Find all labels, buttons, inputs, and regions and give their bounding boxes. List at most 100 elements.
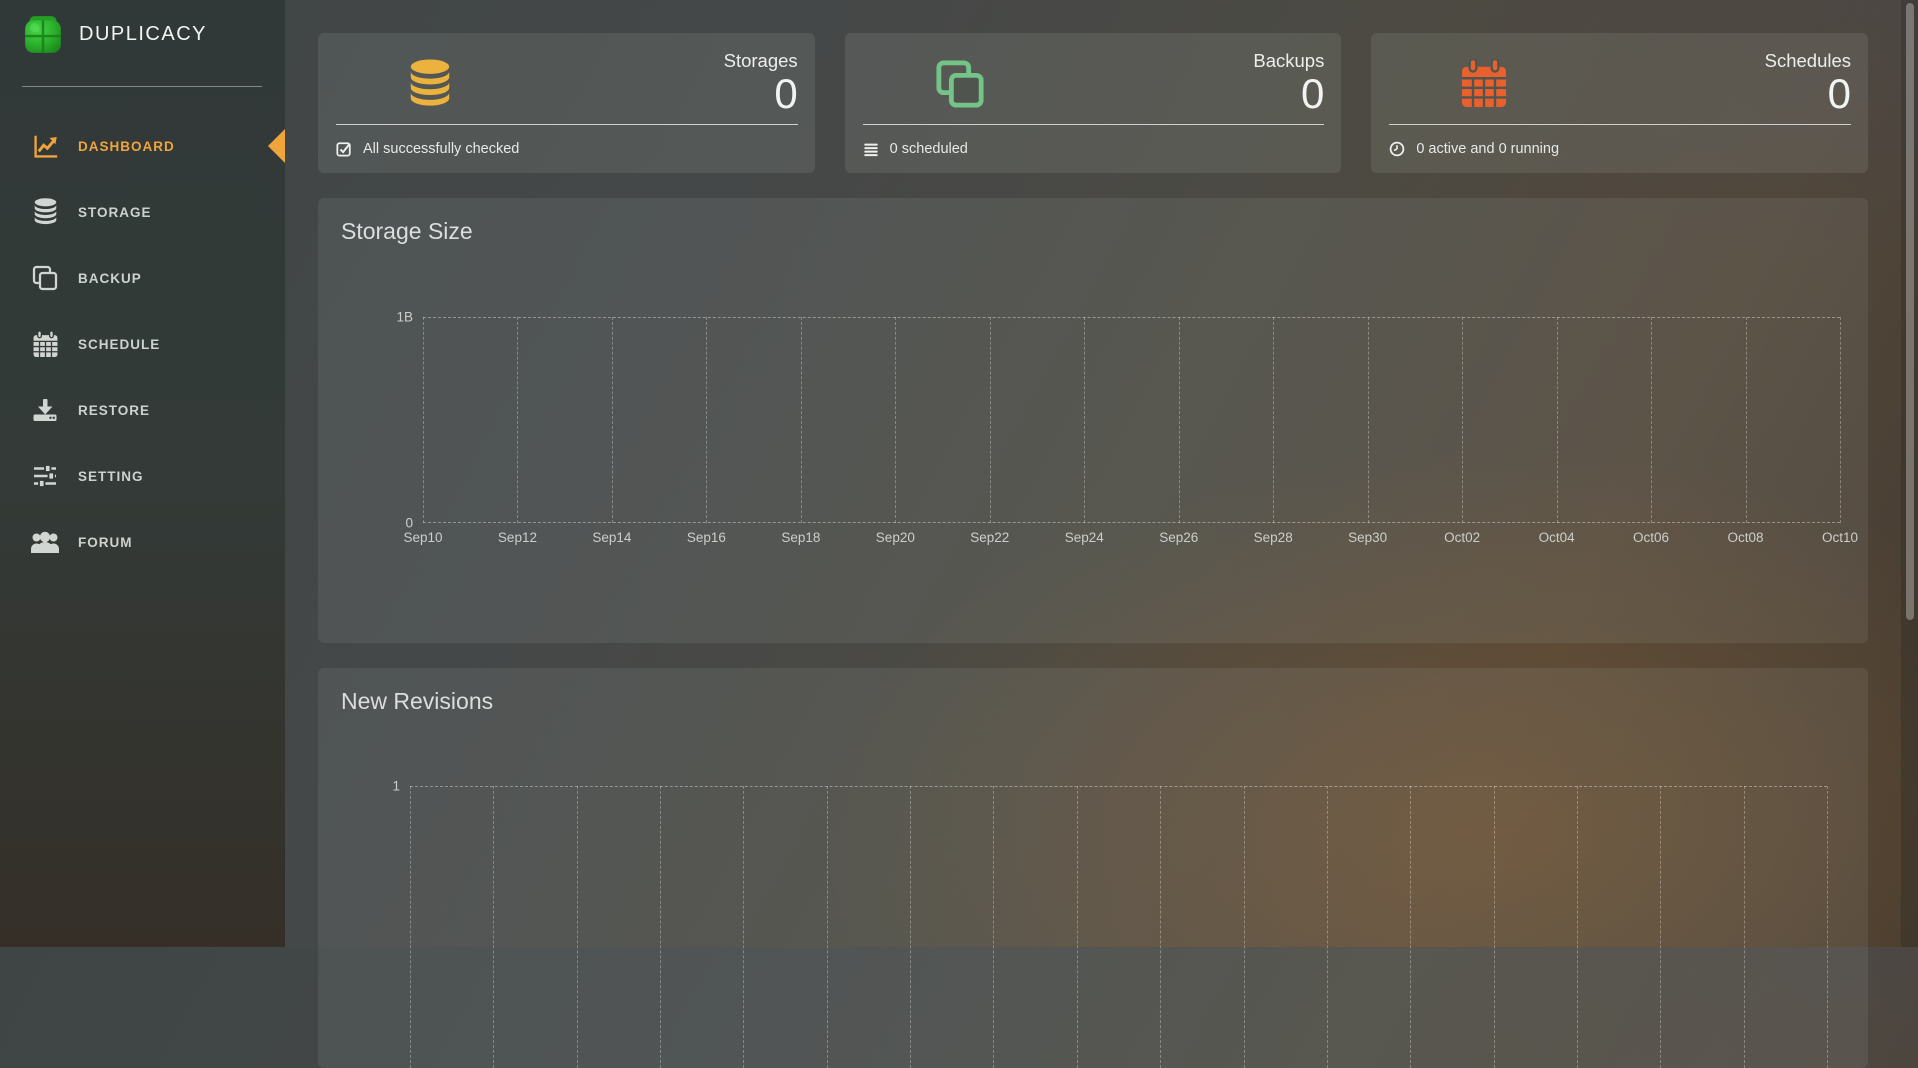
chart-gridline-top bbox=[423, 317, 1840, 318]
x-axis-label: Sep22 bbox=[970, 530, 1009, 545]
sidebar-nav: DASHBOARD STORAGE BACKUP bbox=[0, 113, 285, 575]
chart-gridline bbox=[660, 786, 661, 1068]
x-axis-label: Sep28 bbox=[1254, 530, 1293, 545]
chart-gridline bbox=[990, 317, 991, 523]
x-axis-label: Oct04 bbox=[1539, 530, 1575, 545]
x-axis-label: Sep24 bbox=[1065, 530, 1104, 545]
scrollbar-thumb[interactable] bbox=[1906, 3, 1914, 620]
active-item-arrow bbox=[268, 129, 285, 163]
card-value: 0 bbox=[774, 71, 797, 117]
chart-gridline bbox=[1744, 786, 1745, 1068]
app-logo-row[interactable]: DUPLICACY bbox=[22, 13, 207, 55]
chart-gridline bbox=[1410, 786, 1411, 1068]
chart-gridline bbox=[1827, 786, 1828, 1068]
check-square-icon bbox=[336, 141, 352, 157]
card-footer: 0 scheduled bbox=[863, 125, 968, 173]
chart-gridline bbox=[1327, 786, 1328, 1068]
card-title: Storages bbox=[724, 50, 798, 72]
dashboard-chart-icon bbox=[30, 133, 60, 160]
scrollbar-track[interactable] bbox=[1901, 0, 1918, 947]
chart-gridline bbox=[706, 317, 707, 523]
chart-gridline bbox=[1840, 317, 1841, 523]
sidebar-item-forum[interactable]: FORUM bbox=[0, 509, 285, 575]
chart-gridline bbox=[1651, 317, 1652, 523]
sidebar-item-backup[interactable]: BACKUP bbox=[0, 245, 285, 311]
chart-gridline-top bbox=[410, 786, 1827, 787]
y-axis-label: 1B bbox=[396, 310, 413, 325]
database-icon bbox=[30, 198, 60, 226]
sidebar-item-label: SCHEDULE bbox=[78, 337, 160, 352]
x-axis-label: Sep12 bbox=[498, 530, 537, 545]
sidebar-item-restore[interactable]: RESTORE bbox=[0, 377, 285, 443]
sidebar-divider bbox=[22, 86, 262, 87]
new-revisions-chart: 1 bbox=[410, 786, 1827, 1068]
chart-gridline bbox=[993, 786, 994, 1068]
chart-gridline bbox=[1557, 317, 1558, 523]
users-icon bbox=[30, 530, 60, 554]
storage-size-panel: Storage Size 1B 0 Sep10Sep12Sep14Sep16Se… bbox=[318, 198, 1868, 643]
x-axis-label: Sep30 bbox=[1348, 530, 1387, 545]
clock-icon bbox=[1389, 141, 1405, 157]
card-footer-text: All successfully checked bbox=[363, 141, 519, 157]
sidebar-item-storage[interactable]: STORAGE bbox=[0, 179, 285, 245]
sliders-icon bbox=[30, 463, 60, 489]
storages-card[interactable]: Storages 0 All successfully checked bbox=[318, 33, 815, 173]
chart-gridline-bottom bbox=[423, 522, 1840, 523]
sidebar-item-schedule[interactable]: SCHEDULE bbox=[0, 311, 285, 377]
x-axis-label: Oct02 bbox=[1444, 530, 1480, 545]
chart-gridline bbox=[743, 786, 744, 1068]
card-footer: 0 active and 0 running bbox=[1389, 125, 1559, 173]
sidebar: DUPLICACY DASHBOARD bbox=[0, 0, 285, 947]
x-axis-label: Oct06 bbox=[1633, 530, 1669, 545]
storage-size-chart: 1B 0 Sep10Sep12Sep14Sep16Sep18Sep20Sep22… bbox=[423, 317, 1840, 523]
download-tray-icon bbox=[30, 397, 60, 423]
chart-gridline bbox=[1179, 317, 1180, 523]
chart-gridline bbox=[1494, 786, 1495, 1068]
card-title: Schedules bbox=[1765, 50, 1851, 72]
chart-gridline bbox=[1660, 786, 1661, 1068]
chart-gridline bbox=[493, 786, 494, 1068]
chart-gridline bbox=[1244, 786, 1245, 1068]
card-value: 0 bbox=[1301, 71, 1324, 117]
chart-gridline bbox=[801, 317, 802, 523]
chart-gridline bbox=[1077, 786, 1078, 1068]
x-axis-label: Sep14 bbox=[592, 530, 631, 545]
copy-icon bbox=[935, 59, 985, 114]
x-axis-label: Sep26 bbox=[1159, 530, 1198, 545]
chart-gridline bbox=[1368, 317, 1369, 523]
sidebar-item-label: RESTORE bbox=[78, 403, 150, 418]
chart-gridline bbox=[910, 786, 911, 1068]
x-axis-label: Sep16 bbox=[687, 530, 726, 545]
duplicacy-logo-icon bbox=[22, 13, 64, 55]
x-axis-label: Sep20 bbox=[876, 530, 915, 545]
chart-gridline bbox=[410, 786, 411, 1068]
copy-icon bbox=[30, 265, 60, 291]
sidebar-item-label: STORAGE bbox=[78, 205, 152, 220]
y-axis-label: 1 bbox=[392, 779, 400, 794]
sidebar-item-dashboard[interactable]: DASHBOARD bbox=[0, 113, 285, 179]
chart-gridline bbox=[1462, 317, 1463, 523]
calendar-icon bbox=[30, 331, 60, 358]
chart-gridline bbox=[895, 317, 896, 523]
chart-gridline bbox=[827, 786, 828, 1068]
sidebar-item-label: FORUM bbox=[78, 535, 133, 550]
chart-gridline bbox=[1746, 317, 1747, 523]
y-axis-label: 0 bbox=[405, 516, 413, 531]
calendar-icon bbox=[1461, 59, 1507, 114]
sidebar-item-setting[interactable]: SETTING bbox=[0, 443, 285, 509]
main-content: Storages 0 All successfully checked bbox=[318, 0, 1868, 1068]
x-axis-label: Oct08 bbox=[1728, 530, 1764, 545]
card-footer: All successfully checked bbox=[336, 125, 519, 173]
database-icon bbox=[408, 59, 452, 114]
card-title: Backups bbox=[1253, 50, 1324, 72]
card-value: 0 bbox=[1828, 71, 1851, 117]
sidebar-item-label: BACKUP bbox=[78, 271, 142, 286]
backups-card[interactable]: Backups 0 0 scheduled bbox=[845, 33, 1342, 173]
summary-cards-row: Storages 0 All successfully checked bbox=[318, 33, 1868, 173]
chart-gridline bbox=[423, 317, 424, 523]
app-title: DUPLICACY bbox=[79, 23, 207, 46]
schedules-card[interactable]: Schedules 0 0 active and 0 running bbox=[1371, 33, 1868, 173]
list-icon bbox=[863, 142, 879, 157]
card-footer-text: 0 active and 0 running bbox=[1416, 141, 1559, 157]
x-axis-label: Sep18 bbox=[781, 530, 820, 545]
